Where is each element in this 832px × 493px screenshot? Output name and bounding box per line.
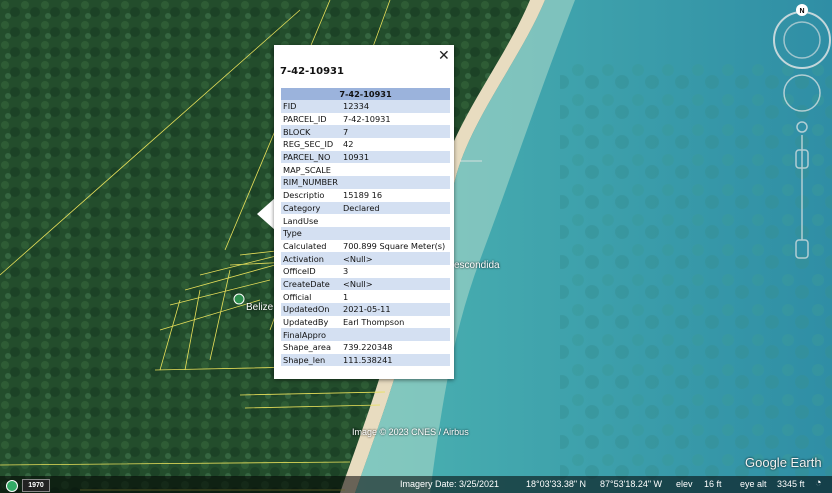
close-icon[interactable]: ✕ (438, 48, 450, 64)
attribute-value: 111.538241 (341, 353, 450, 367)
attribute-row: FinalAppro (281, 328, 450, 342)
attribute-value (341, 226, 450, 240)
attribute-key: UpdatedOn (281, 303, 341, 316)
attribute-key: MAP_SCALE (283, 164, 331, 175)
attribute-key: Calculated (283, 240, 327, 251)
attribute-row: Shape_area 739.220348 (281, 341, 450, 354)
attribute-value: 12334 (341, 100, 450, 113)
attribute-row: Activation <Null> (281, 252, 450, 265)
balloon-title: 7-42-10931 (280, 66, 344, 77)
reef-texture (560, 60, 832, 480)
attribute-key: PARCEL_NO (281, 150, 341, 164)
compass-north-label: N (799, 8, 804, 15)
attribute-value: Earl Thompson (343, 317, 405, 328)
eye-alt-value: 3345 ft (777, 479, 805, 489)
attribute-value: 42 (343, 139, 354, 150)
attribute-value: 3 (343, 266, 349, 277)
attribute-value: 2021-05-11 (341, 303, 450, 316)
attribute-key: Descriptio (283, 190, 325, 201)
poi-marker-belize[interactable] (233, 293, 245, 305)
longitude-readout: 87°53'18.24" W (600, 479, 663, 489)
historical-imagery-icon[interactable] (6, 480, 18, 492)
eye-alt-label: eye alt (740, 479, 767, 489)
attribute-key: Category (281, 201, 341, 215)
google-earth-logo: Google Earth (745, 455, 822, 470)
attribute-row: UpdatedOn 2021-05-11 (281, 303, 450, 316)
attribute-key: FID (281, 100, 341, 113)
attribute-row: RIM_NUMBER (281, 176, 450, 189)
attribute-row: Descriptio 15189 16 (281, 189, 450, 202)
attribute-key: RIM_NUMBER (281, 176, 341, 189)
attribute-row: BLOCK 7 (281, 125, 450, 139)
attribute-value: 7 (341, 125, 450, 139)
attribute-key: Activation (281, 252, 341, 265)
attribute-value: 1 (343, 291, 349, 302)
attribute-key: REG_SEC_ID (283, 139, 334, 150)
attribute-key: Shape_area (283, 342, 331, 353)
info-balloon: ✕ 7-42-10931 7-42-10931 FID 12334 PARCEL_I… (274, 45, 454, 379)
place-label-escondida[interactable]: escondida (454, 260, 500, 271)
attribute-key: Official (283, 291, 312, 302)
attribute-value: 15189 16 (343, 190, 383, 201)
attribute-row: PARCEL_NO 10931 (281, 150, 450, 164)
attribute-value: 700.899 Square Meter(s) (343, 240, 446, 251)
latitude-readout: 18°03'33.38" N (526, 479, 587, 489)
attribute-row: LandUse (281, 214, 450, 227)
attribute-row: MAP_SCALE (281, 163, 450, 176)
attribute-row: REG_SEC_ID 42 (281, 138, 450, 151)
attribute-value (341, 328, 450, 342)
attribute-value: Declared (341, 201, 450, 215)
attribute-value: <Null> (341, 252, 450, 265)
elevation-value: 16 ft (704, 479, 722, 489)
attribute-key: UpdatedBy (283, 317, 329, 328)
attribute-row: CreateDate <Null> (281, 277, 450, 291)
attribute-value (341, 176, 450, 189)
attribute-row: PARCEL_ID 7-42-10931 (281, 113, 450, 126)
attribute-key: CreateDate (281, 277, 341, 291)
attribute-table-header: 7-42-10931 (281, 88, 450, 100)
attribute-row: Official 1 (281, 290, 450, 303)
attribute-row: OfficeID 3 (281, 265, 450, 278)
attribute-row: UpdatedBy Earl Thompson (281, 316, 450, 329)
attribute-key: BLOCK (281, 125, 341, 139)
popup-pointer (257, 198, 275, 230)
elevation-label: elev (676, 479, 693, 489)
attribute-key: LandUse (283, 215, 319, 226)
attribute-key: Type (281, 226, 341, 240)
attribute-key: FinalAppro (281, 328, 341, 342)
attribute-row: Category Declared (281, 201, 450, 215)
status-bar: Imagery Date: 3/25/2021 18°03'33.38" N 8… (0, 476, 832, 493)
attribute-value: 739.220348 (343, 342, 393, 353)
place-label-belize[interactable]: Belize (246, 302, 273, 313)
attribute-value (341, 214, 450, 227)
attribute-key: Shape_len (281, 353, 341, 367)
attribute-key: OfficeID (283, 266, 316, 277)
loading-indicator-icon: ◔ (815, 477, 822, 489)
attribute-key: PARCEL_ID (283, 114, 327, 125)
attribute-row: Calculated 700.899 Square Meter(s) (281, 240, 450, 253)
attribute-table: 7-42-10931 FID 12334 PARCEL_ID 7-42-10931 BL… (281, 88, 450, 367)
attribute-value: <Null> (341, 277, 450, 291)
historical-imagery-year-button[interactable]: 1970 (22, 479, 50, 492)
attribute-value (341, 163, 450, 176)
attribute-value: 7-42-10931 (343, 114, 391, 125)
attribute-row: Shape_len 111.538241 (281, 353, 450, 367)
attribute-row: FID 12334 (281, 100, 450, 113)
imagery-attribution: Image © 2023 CNES / Airbus (352, 427, 469, 437)
imagery-date: Imagery Date: 3/25/2021 (400, 479, 500, 489)
attribute-row: Type (281, 226, 450, 240)
attribute-value: 10931 (341, 150, 450, 164)
